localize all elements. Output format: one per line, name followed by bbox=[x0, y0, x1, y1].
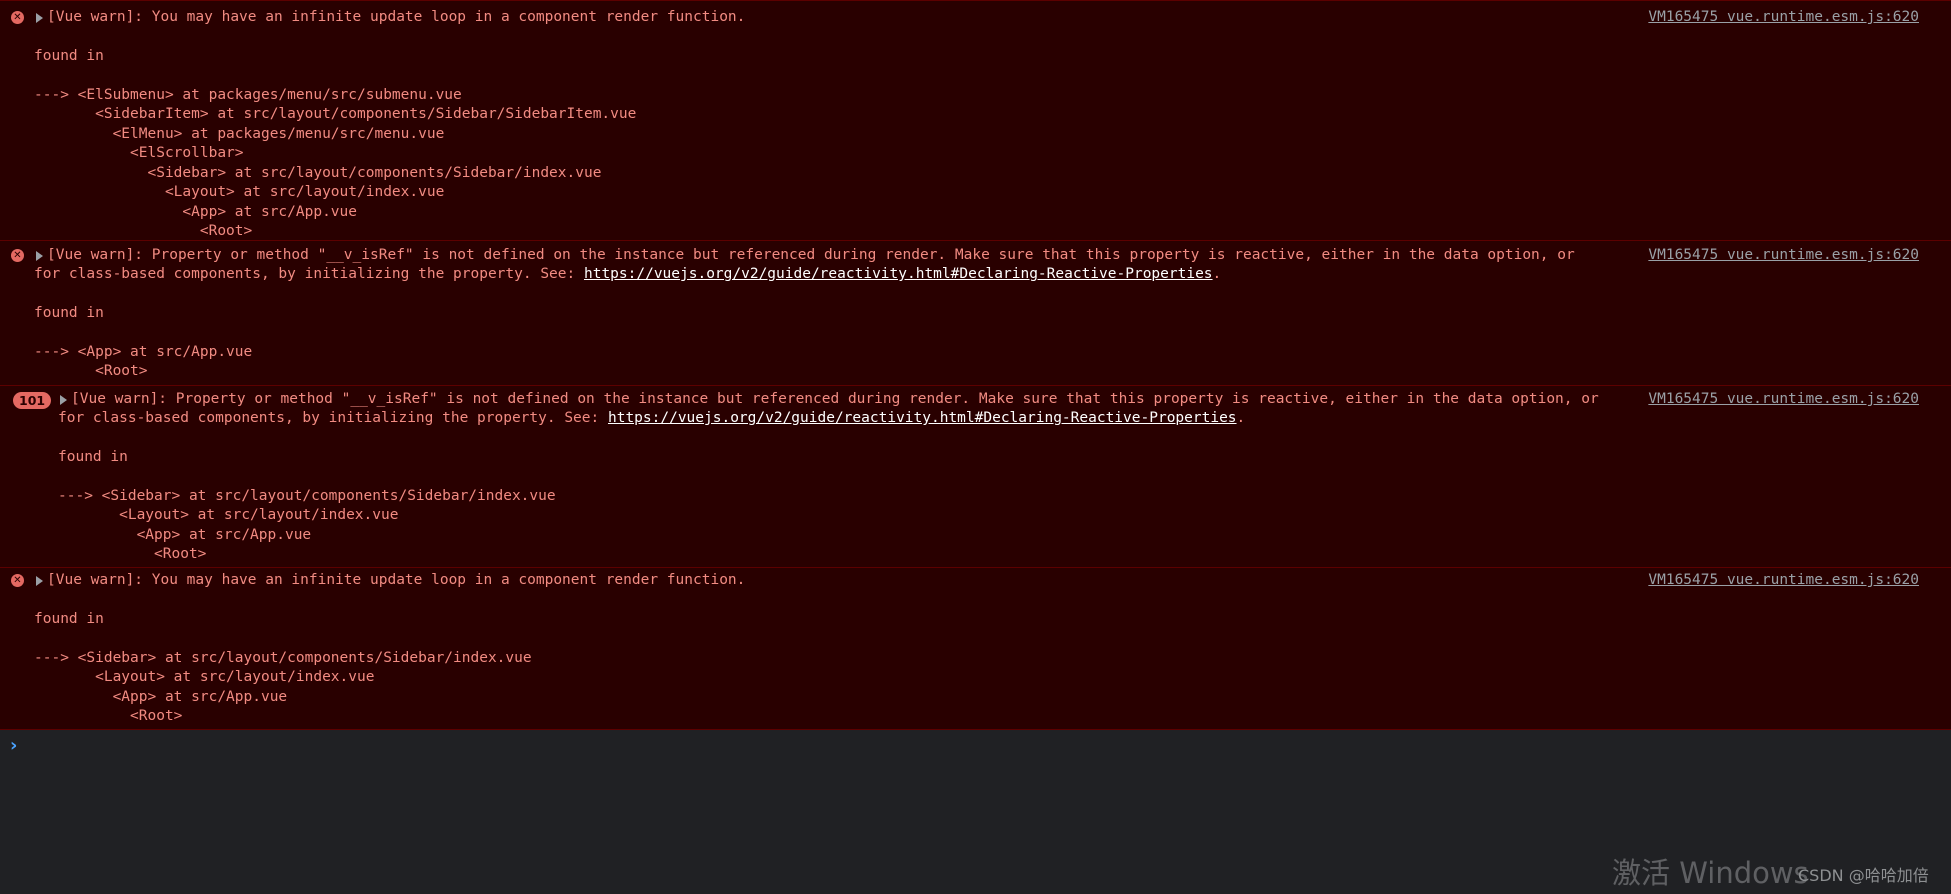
message-body-line: ---> <App> at src/App.vue bbox=[34, 344, 253, 360]
expand-triangle-icon[interactable] bbox=[60, 395, 67, 405]
console-error-message[interactable]: ✕ [Vue warn]: You may have an infinite u… bbox=[0, 568, 1951, 730]
devtools-console: ✕ [Vue warn]: You may have an infinite u… bbox=[0, 0, 1951, 894]
docs-link[interactable]: https://vuejs.org/v2/guide/reactivity.ht… bbox=[608, 410, 1237, 426]
message-body-line: <Root> bbox=[34, 708, 183, 724]
message-body-line: <Root> bbox=[34, 223, 253, 239]
expand-triangle-icon[interactable] bbox=[36, 576, 43, 586]
message-text-suffix: . bbox=[1212, 266, 1222, 282]
console-error-message[interactable]: ✕ [Vue warn]: You may have an infinite u… bbox=[0, 0, 1951, 241]
activate-windows-watermark: 激活 Windows bbox=[1612, 856, 1809, 890]
source-link[interactable]: VM165475 vue.runtime.esm.js:620 bbox=[1648, 571, 1919, 591]
message-text: [Vue warn]: Property or method "__v_isRe… bbox=[47, 247, 1575, 263]
expand-triangle-icon[interactable] bbox=[36, 13, 43, 23]
message-text: [Vue warn]: Property or method "__v_isRe… bbox=[71, 391, 1599, 407]
source-link[interactable]: VM165475 vue.runtime.esm.js:620 bbox=[1648, 390, 1919, 410]
message-body-line: <App> at src/App.vue bbox=[34, 689, 288, 705]
console-error-message-group[interactable]: 101 [Vue warn]: Property or method "__v_… bbox=[0, 386, 1951, 568]
error-icon: ✕ bbox=[11, 574, 24, 587]
error-icon: ✕ bbox=[11, 249, 24, 262]
message-text-suffix: . bbox=[1236, 410, 1246, 426]
message-body-line: found in bbox=[58, 449, 128, 465]
message-body-line: <ElMenu> at packages/menu/src/menu.vue bbox=[34, 126, 445, 142]
source-link[interactable]: VM165475 vue.runtime.esm.js:620 bbox=[1648, 8, 1919, 28]
message-body-line: found in bbox=[34, 305, 104, 321]
message-text-prefix: for class-based components, by initializ… bbox=[58, 410, 608, 426]
message-body-line: <Sidebar> at src/layout/components/Sideb… bbox=[34, 165, 602, 181]
message-body-line: <App> at src/App.vue bbox=[34, 204, 358, 220]
expand-triangle-icon[interactable] bbox=[36, 251, 43, 261]
message-body-line: <Layout> at src/layout/index.vue bbox=[58, 507, 399, 523]
message-text-continued: for class-based components, by initializ… bbox=[34, 265, 1221, 285]
message-body-line: <Layout> at src/layout/index.vue bbox=[34, 184, 445, 200]
console-error-message[interactable]: ✕ [Vue warn]: Property or method "__v_is… bbox=[0, 241, 1951, 386]
message-text-prefix: for class-based components, by initializ… bbox=[34, 266, 584, 282]
message-body-line: found in bbox=[34, 611, 104, 627]
message-body-line: <Root> bbox=[34, 363, 148, 379]
message-body-line: found in bbox=[34, 48, 104, 64]
message-body-line: ---> <ElSubmenu> at packages/menu/src/su… bbox=[34, 87, 462, 103]
message-text: [Vue warn]: You may have an infinite upd… bbox=[47, 9, 746, 25]
docs-link[interactable]: https://vuejs.org/v2/guide/reactivity.ht… bbox=[584, 266, 1213, 282]
message-body-line: <Layout> at src/layout/index.vue bbox=[34, 669, 375, 685]
message-body-line: <Root> bbox=[58, 546, 207, 562]
source-link[interactable]: VM165475 vue.runtime.esm.js:620 bbox=[1648, 246, 1919, 266]
repeat-count-badge: 101 bbox=[13, 392, 52, 409]
message-body-line: ---> <Sidebar> at src/layout/components/… bbox=[58, 488, 556, 504]
chevron-right-icon: › bbox=[10, 735, 18, 756]
message-body-line: ---> <Sidebar> at src/layout/components/… bbox=[34, 650, 532, 666]
message-body-line: <SidebarItem> at src/layout/components/S… bbox=[34, 106, 637, 122]
message-text: [Vue warn]: You may have an infinite upd… bbox=[47, 572, 746, 588]
csdn-watermark: CSDN @哈哈加倍 bbox=[1798, 866, 1929, 885]
message-body-line: <ElScrollbar> bbox=[34, 145, 244, 161]
error-icon: ✕ bbox=[11, 11, 24, 24]
message-body-line: <App> at src/App.vue bbox=[58, 527, 312, 543]
message-text-continued: for class-based components, by initializ… bbox=[58, 409, 1245, 429]
